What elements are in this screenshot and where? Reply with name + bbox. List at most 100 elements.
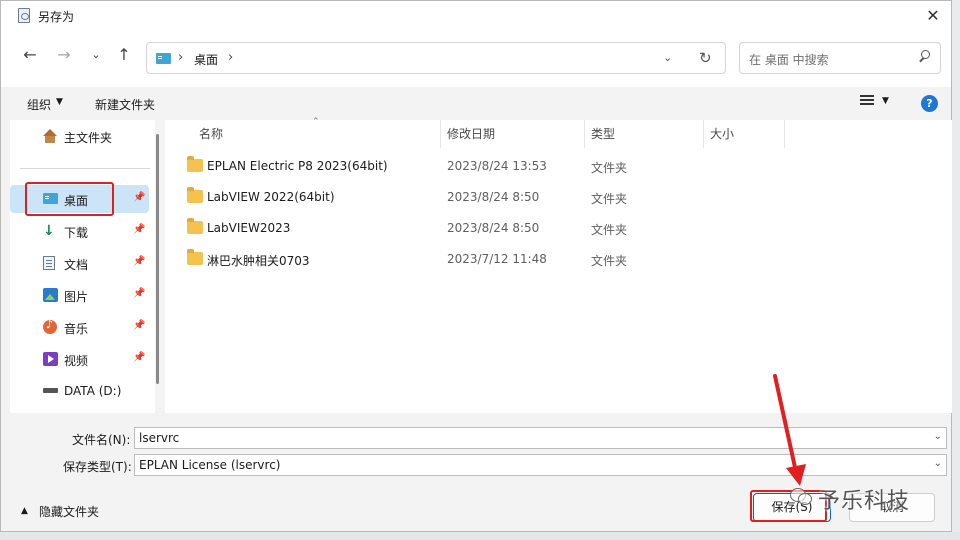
column-header-name[interactable]: 名称 [199, 120, 223, 148]
navigation-bar: ← → ⌄ ↑ › 桌面 › ⌄ ↻ 在 桌面 中搜索 [1, 31, 951, 87]
file-type: 文件夹 [591, 192, 628, 206]
desktop-highlight-box [25, 182, 114, 216]
recent-locations-chevron-icon[interactable]: ⌄ [86, 45, 106, 65]
folder-icon [187, 218, 203, 234]
navigation-pane: 主文件夹 桌面 📌 ↓ 下载 📌 文档 📌 图片 📌 音乐 📌 [10, 120, 159, 413]
filename-field[interactable]: lservrc ⌄ [134, 427, 947, 449]
column-header-size[interactable]: 大小 [710, 120, 734, 148]
dialog-title: 另存为 [38, 10, 75, 24]
table-row[interactable]: 淋巴水肿相关0703 2023/7/12 11:48 文件夹 [165, 244, 952, 275]
folder-icon [187, 249, 203, 265]
hide-folders-button[interactable]: 隐藏文件夹 [39, 503, 99, 520]
sidebar-item-data-drive[interactable]: DATA (D:) [10, 377, 149, 405]
file-type: 文件夹 [591, 254, 628, 268]
sidebar-scrollbar[interactable] [156, 134, 159, 384]
sidebar-item-videos[interactable]: 视频 📌 [10, 345, 149, 373]
breadcrumb-separator[interactable]: › [228, 50, 233, 65]
home-icon [43, 129, 58, 143]
sort-ascending-icon: ⌃ [312, 117, 320, 127]
forward-arrow-icon[interactable]: → [54, 45, 74, 65]
pin-icon[interactable]: 📌 [133, 224, 145, 235]
file-name: EPLAN Electric P8 2023(64bit) [207, 159, 388, 173]
pin-icon[interactable]: 📌 [133, 192, 145, 203]
address-history-chevron-icon[interactable]: ⌄ [663, 51, 672, 64]
file-modified: 2023/8/24 13:53 [447, 159, 547, 173]
folder-icon [187, 156, 203, 172]
background-window [952, 0, 960, 540]
sidebar-divider [20, 168, 150, 169]
sidebar-item-music[interactable]: 音乐 📌 [10, 313, 149, 341]
hide-folders-chevron-icon[interactable]: ▲ [21, 506, 28, 516]
filetype-chevron-icon[interactable]: ⌄ [934, 458, 942, 469]
app-icon [18, 8, 30, 23]
filename-history-chevron-icon[interactable]: ⌄ [934, 431, 942, 442]
search-icon[interactable] [918, 50, 930, 62]
pin-icon[interactable]: 📌 [133, 352, 145, 363]
filename-label: 文件名(N): [72, 433, 131, 447]
table-row[interactable]: LabVIEW 2022(64bit) 2023/8/24 8:50 文件夹 [165, 182, 952, 213]
breadcrumb-separator[interactable]: › [178, 50, 183, 65]
sidebar-item-documents[interactable]: 文档 📌 [10, 249, 149, 277]
documents-icon [43, 256, 55, 270]
pin-icon[interactable]: 📌 [133, 256, 145, 267]
filename-input[interactable]: lservrc [139, 431, 179, 445]
column-header-modified[interactable]: 修改日期 [447, 120, 495, 148]
new-folder-button[interactable]: 新建文件夹 [95, 96, 155, 113]
drive-icon [43, 388, 58, 393]
sidebar-item-label: 下载 [64, 226, 89, 240]
pin-icon[interactable]: 📌 [133, 288, 145, 299]
search-box[interactable]: 在 桌面 中搜索 [739, 42, 941, 74]
file-name: LabVIEW 2022(64bit) [207, 190, 335, 204]
breadcrumb-desktop[interactable]: 桌面 [194, 51, 218, 68]
view-dropdown-icon[interactable]: ▼ [882, 96, 889, 106]
organize-dropdown-icon[interactable]: ▼ [56, 97, 63, 107]
help-icon[interactable]: ? [921, 95, 938, 112]
file-type: 文件夹 [591, 223, 628, 237]
table-row[interactable]: EPLAN Electric P8 2023(64bit) 2023/8/24 … [165, 151, 952, 182]
organize-button[interactable]: 组织 [27, 96, 51, 113]
pictures-icon [43, 288, 58, 302]
up-arrow-icon[interactable]: ↑ [114, 45, 134, 65]
watermark: 予乐科技 [790, 482, 940, 514]
sidebar-item-label: DATA (D:) [64, 384, 122, 398]
file-modified: 2023/7/12 11:48 [447, 252, 547, 266]
view-options-icon[interactable] [860, 95, 874, 107]
search-input[interactable]: 在 桌面 中搜索 [749, 51, 829, 68]
background-window-bottom [0, 532, 960, 540]
filetype-label: 保存类型(T): [63, 460, 132, 474]
wechat-logo-icon [790, 488, 812, 506]
column-divider[interactable] [703, 120, 704, 148]
sidebar-item-label: 主文件夹 [64, 131, 113, 145]
sidebar-item-label: 音乐 [64, 322, 89, 336]
music-icon [43, 318, 57, 334]
address-bar[interactable]: › 桌面 › ⌄ ↻ [146, 42, 726, 74]
filetype-value[interactable]: EPLAN License (lservrc) [139, 458, 280, 472]
video-icon [43, 352, 58, 366]
back-arrow-icon[interactable]: ← [20, 45, 40, 65]
file-type: 文件夹 [591, 161, 628, 175]
sidebar-item-home[interactable]: 主文件夹 [10, 122, 149, 150]
close-button[interactable]: ✕ [915, 1, 951, 31]
sidebar-item-pictures[interactable]: 图片 📌 [10, 281, 149, 309]
file-modified: 2023/8/24 8:50 [447, 190, 540, 204]
watermark-text: 予乐科技 [818, 489, 911, 514]
sidebar-item-label: 文档 [64, 258, 89, 272]
file-name: 淋巴水肿相关0703 [207, 254, 310, 268]
table-row[interactable]: LabVIEW2023 2023/8/24 8:50 文件夹 [165, 213, 952, 244]
pin-icon[interactable]: 📌 [133, 320, 145, 331]
sidebar-item-label: 视频 [64, 354, 89, 368]
file-name: LabVIEW2023 [207, 221, 291, 235]
column-header-type[interactable]: 类型 [591, 120, 615, 148]
folder-icon [187, 187, 203, 203]
title-bar: 另存为 ✕ [1, 1, 951, 31]
column-divider[interactable] [584, 120, 585, 148]
refresh-icon[interactable]: ↻ [699, 49, 712, 67]
column-divider[interactable] [440, 120, 441, 148]
sidebar-item-label: 图片 [64, 290, 89, 304]
column-divider[interactable] [784, 120, 785, 148]
red-arrow-annotation [773, 374, 806, 486]
file-modified: 2023/8/24 8:50 [447, 221, 540, 235]
file-list: ⌃ 名称 修改日期 类型 大小 EPLAN Electric P8 2023(6… [165, 117, 952, 413]
sidebar-item-downloads[interactable]: ↓ 下载 📌 [10, 217, 149, 245]
filetype-select[interactable]: EPLAN License (lservrc) ⌄ [134, 454, 947, 476]
